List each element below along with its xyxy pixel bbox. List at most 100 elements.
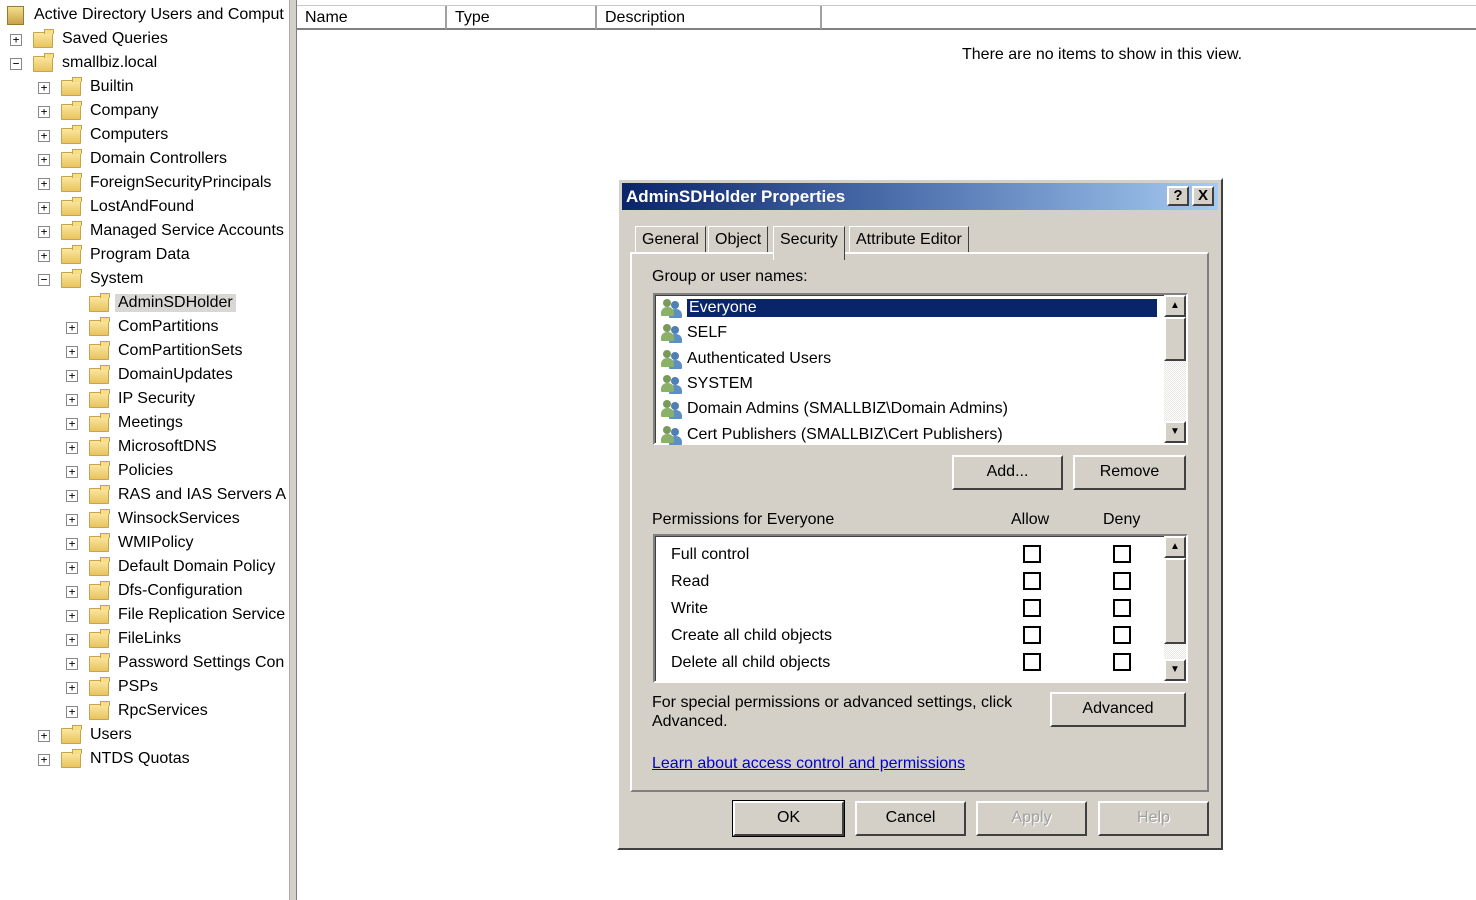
tree-item[interactable]: + Managed Service Accounts: [0, 220, 289, 244]
access-control-help-link[interactable]: Learn about access control and permissio…: [652, 755, 965, 773]
column-type[interactable]: Type: [447, 6, 597, 29]
user-list-item[interactable]: SYSTEM: [661, 372, 753, 396]
expand-icon[interactable]: +: [66, 514, 78, 526]
user-list-item[interactable]: Authenticated Users: [661, 347, 831, 371]
column-description[interactable]: Description: [597, 6, 822, 29]
tree-item[interactable]: + PSPs: [0, 676, 289, 700]
tree-item[interactable]: + WinsockServices: [0, 508, 289, 532]
expand-icon[interactable]: +: [38, 106, 50, 118]
tree-item[interactable]: − smallbiz.local: [0, 52, 289, 76]
tree-item[interactable]: + Default Domain Policy: [0, 556, 289, 580]
collapse-icon[interactable]: −: [38, 274, 50, 286]
tree-item[interactable]: + DomainUpdates: [0, 364, 289, 388]
expand-icon[interactable]: +: [38, 226, 50, 238]
tree-item[interactable]: + Dfs-Configuration: [0, 580, 289, 604]
tree-item[interactable]: + LostAndFound: [0, 196, 289, 220]
expand-icon[interactable]: +: [66, 658, 78, 670]
expand-icon[interactable]: +: [66, 586, 78, 598]
tree-item[interactable]: + NTDS Quotas: [0, 748, 289, 772]
tree-item[interactable]: + Builtin: [0, 76, 289, 100]
tree-item[interactable]: + ComPartitionSets: [0, 340, 289, 364]
expand-icon[interactable]: +: [66, 634, 78, 646]
permission-list-scrollbar[interactable]: ▲ ▼: [1164, 536, 1186, 681]
remove-button[interactable]: Remove: [1073, 455, 1186, 490]
expand-icon[interactable]: +: [66, 610, 78, 622]
expand-icon[interactable]: +: [66, 370, 78, 382]
perm-scroll-thumb[interactable]: [1164, 558, 1186, 644]
collapse-icon[interactable]: −: [10, 58, 22, 70]
perm-scroll-up-button[interactable]: ▲: [1164, 536, 1186, 558]
expand-icon[interactable]: +: [66, 346, 78, 358]
advanced-button[interactable]: Advanced: [1050, 692, 1186, 727]
deny-checkbox[interactable]: [1113, 599, 1131, 617]
tree-item[interactable]: + IP Security: [0, 388, 289, 412]
expand-icon[interactable]: +: [38, 82, 50, 94]
allow-checkbox[interactable]: [1023, 653, 1041, 671]
tree-item[interactable]: AdminSDHolder: [0, 292, 289, 316]
allow-checkbox[interactable]: [1023, 572, 1041, 590]
deny-checkbox[interactable]: [1113, 626, 1131, 644]
tab-object[interactable]: Object: [708, 226, 769, 254]
user-list-scrollbar[interactable]: ▲ ▼: [1164, 295, 1186, 443]
tree-item[interactable]: + Company: [0, 100, 289, 124]
deny-checkbox[interactable]: [1113, 545, 1131, 563]
expand-icon[interactable]: +: [66, 562, 78, 574]
tree-item[interactable]: − System: [0, 268, 289, 292]
tree-item[interactable]: + Program Data: [0, 244, 289, 268]
tab-general[interactable]: General: [635, 226, 706, 254]
deny-checkbox[interactable]: [1113, 653, 1131, 671]
tree-item[interactable]: + File Replication Service: [0, 604, 289, 628]
expand-icon[interactable]: +: [66, 394, 78, 406]
expand-icon[interactable]: +: [38, 202, 50, 214]
apply-button[interactable]: Apply: [976, 801, 1087, 836]
help-button[interactable]: Help: [1098, 801, 1209, 836]
scroll-up-button[interactable]: ▲: [1164, 295, 1186, 317]
tree-item[interactable]: + ForeignSecurityPrincipals: [0, 172, 289, 196]
tree-item[interactable]: + Password Settings Con: [0, 652, 289, 676]
pane-splitter[interactable]: [289, 0, 297, 900]
user-list[interactable]: Everyone SELF Authenticated Users SYSTEM Dom…: [653, 293, 1188, 445]
expand-icon[interactable]: +: [38, 178, 50, 190]
ok-button[interactable]: OK: [732, 800, 845, 837]
expand-icon[interactable]: +: [38, 130, 50, 142]
tree-item[interactable]: + Domain Controllers: [0, 148, 289, 172]
user-list-item[interactable]: Everyone: [661, 296, 1157, 320]
column-name[interactable]: Name: [297, 6, 447, 29]
expand-icon[interactable]: +: [38, 250, 50, 262]
deny-checkbox[interactable]: [1113, 572, 1131, 590]
help-title-button[interactable]: ?: [1167, 186, 1189, 206]
expand-icon[interactable]: +: [66, 538, 78, 550]
dialog-titlebar[interactable]: AdminSDHolder Properties ? X: [622, 183, 1218, 210]
expand-icon[interactable]: +: [66, 682, 78, 694]
tree-item[interactable]: + Meetings: [0, 412, 289, 436]
expand-icon[interactable]: +: [10, 34, 22, 46]
tree-item[interactable]: + Policies: [0, 460, 289, 484]
user-list-item[interactable]: Cert Publishers (SMALLBIZ\Cert Publisher…: [661, 423, 1003, 447]
tree-item[interactable]: + ComPartitions: [0, 316, 289, 340]
tree-item[interactable]: + RpcServices: [0, 700, 289, 724]
tree-item[interactable]: + WMIPolicy: [0, 532, 289, 556]
tree-item[interactable]: + FileLinks: [0, 628, 289, 652]
user-list-item[interactable]: Domain Admins (SMALLBIZ\Domain Admins): [661, 397, 1008, 421]
close-button[interactable]: X: [1192, 186, 1214, 206]
tree-item[interactable]: + Saved Queries: [0, 28, 289, 52]
expand-icon[interactable]: +: [38, 154, 50, 166]
tab-attribute-editor[interactable]: Attribute Editor: [849, 226, 969, 254]
allow-checkbox[interactable]: [1023, 599, 1041, 617]
allow-checkbox[interactable]: [1023, 626, 1041, 644]
tree-item[interactable]: + Computers: [0, 124, 289, 148]
perm-scroll-down-button[interactable]: ▼: [1164, 659, 1186, 681]
allow-checkbox[interactable]: [1023, 545, 1041, 563]
expand-icon[interactable]: +: [66, 466, 78, 478]
expand-icon[interactable]: +: [66, 418, 78, 430]
scroll-down-button[interactable]: ▼: [1164, 421, 1186, 443]
cancel-button[interactable]: Cancel: [855, 801, 966, 836]
user-list-item[interactable]: SELF: [661, 321, 727, 345]
expand-icon[interactable]: +: [38, 754, 50, 766]
expand-icon[interactable]: +: [38, 730, 50, 742]
expand-icon[interactable]: +: [66, 442, 78, 454]
tree-item[interactable]: + MicrosoftDNS: [0, 436, 289, 460]
expand-icon[interactable]: +: [66, 322, 78, 334]
tree-item[interactable]: + RAS and IAS Servers A: [0, 484, 289, 508]
scroll-thumb[interactable]: [1164, 317, 1186, 361]
